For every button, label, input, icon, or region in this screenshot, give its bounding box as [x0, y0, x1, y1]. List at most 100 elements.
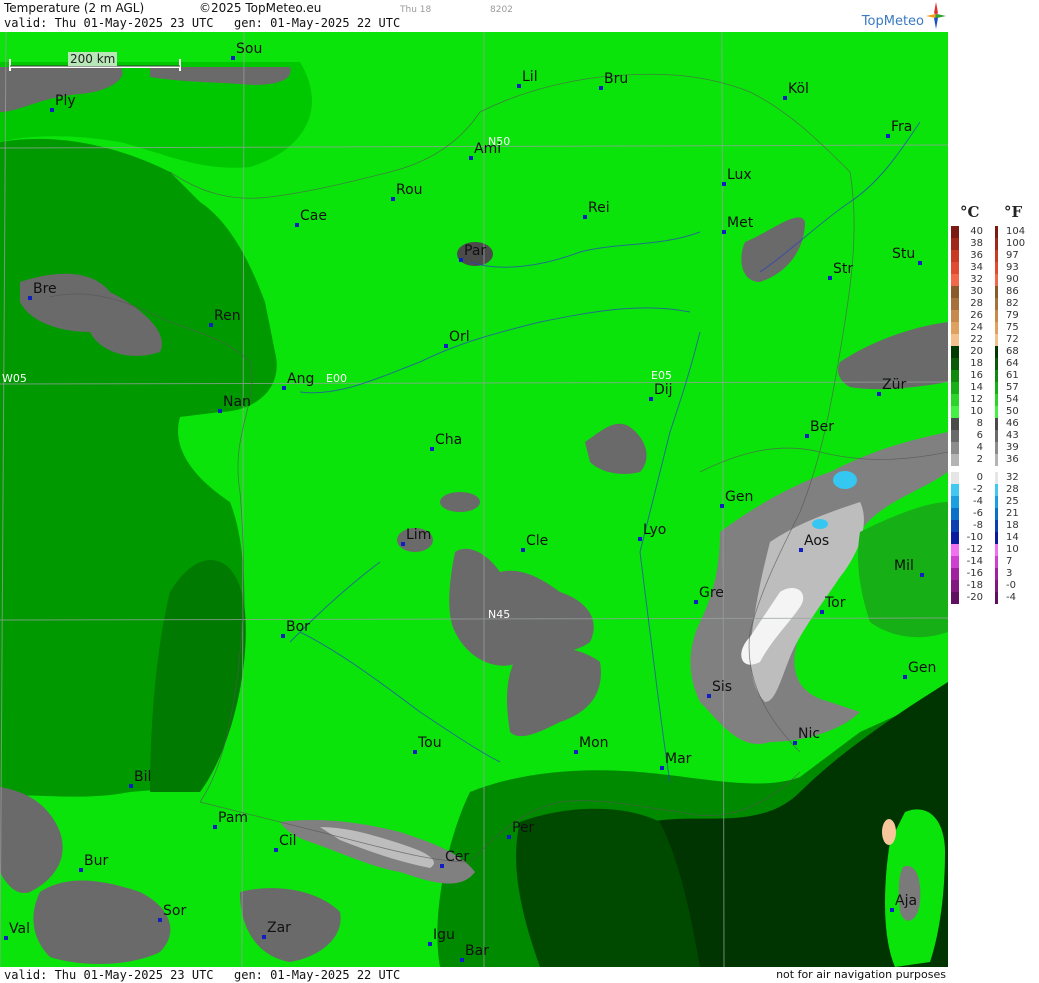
city-label: Par	[464, 243, 486, 259]
legend-fahrenheit-value: 25	[1006, 496, 1019, 507]
legend-row: -6 21	[948, 508, 1039, 520]
legend-celsius-value: 14	[970, 382, 983, 393]
legend-row: 26 79	[948, 310, 1039, 322]
city-label: Cil	[279, 833, 297, 849]
day-code: Thu 18	[400, 5, 432, 15]
legend-swatch-f	[995, 556, 998, 568]
legend-swatch-f	[995, 334, 998, 346]
city-marker	[413, 750, 417, 754]
city-marker	[903, 675, 907, 679]
legend-swatch-c	[951, 454, 959, 466]
legend-row: -8 18	[948, 520, 1039, 532]
city-marker	[158, 918, 162, 922]
city-label: Bre	[33, 281, 57, 297]
city-marker	[886, 134, 890, 138]
legend-row: 34 93	[948, 262, 1039, 274]
legend-row: 10 50	[948, 406, 1039, 418]
legend-fahrenheit-value: -4	[1006, 592, 1016, 603]
legend-celsius-value: 24	[970, 322, 983, 333]
grid-label-n50: N50	[488, 135, 510, 148]
city-label: Cle	[526, 533, 548, 549]
legend-row: 16 61	[948, 370, 1039, 382]
legend-swatch-c	[951, 520, 959, 532]
legend-swatch-f	[995, 298, 998, 310]
legend-fahrenheit-value: 79	[1006, 310, 1019, 321]
legend-swatch-c	[951, 346, 959, 358]
legend-row: 18 64	[948, 358, 1039, 370]
footer-generated-time: gen: 01-May-2025 22 UTC	[234, 968, 401, 982]
legend-swatch-f	[995, 238, 998, 250]
legend-swatch-f	[995, 382, 998, 394]
city-marker	[50, 108, 54, 112]
legend-fahrenheit-value: -0	[1006, 580, 1016, 591]
city-marker	[649, 397, 653, 401]
legend-celsius-value: -16	[966, 568, 983, 579]
legend-swatch-f	[995, 322, 998, 334]
ice-area-aosta	[812, 519, 828, 529]
legend-row: -2 28	[948, 484, 1039, 496]
legend-celsius-value: 16	[970, 370, 983, 381]
city-marker	[890, 908, 894, 912]
city-marker	[638, 537, 642, 541]
legend-swatch-c	[951, 418, 959, 430]
city-marker	[459, 258, 463, 262]
city-marker	[793, 741, 797, 745]
city-marker	[4, 936, 8, 940]
legend-row: 12 54	[948, 394, 1039, 406]
city-label: Fra	[891, 119, 912, 135]
city-label: Per	[512, 820, 535, 836]
legend-row: 40 104	[948, 226, 1039, 238]
legend-celsius-value: -12	[966, 544, 983, 555]
city-marker	[209, 323, 213, 327]
city-label: Rei	[588, 200, 610, 216]
city-marker	[877, 392, 881, 396]
legend-fahrenheit-value: 90	[1006, 274, 1019, 285]
city-label: Ply	[55, 93, 76, 109]
legend-swatch-c	[951, 334, 959, 346]
city-marker	[574, 750, 578, 754]
brand-name: TopMeteo	[861, 14, 924, 29]
legend-swatch-f	[995, 442, 998, 454]
temperature-map[interactable]: Sou Ply Lil Bru Köl Ami Fra Lux Rou Cae Rei Met Par S…	[0, 32, 948, 967]
legend-celsius-value: 36	[970, 250, 983, 261]
legend-celsius-value: 40	[970, 226, 983, 237]
city-label: Tou	[417, 735, 442, 751]
legend-celsius-value: 0	[976, 472, 983, 483]
legend-row: 20 68	[948, 346, 1039, 358]
city-label: Zar	[267, 920, 291, 936]
city-marker	[722, 230, 726, 234]
city-marker	[281, 634, 285, 638]
legend-fahrenheit-value: 86	[1006, 286, 1019, 297]
legend-fahrenheit-value: 104	[1006, 226, 1026, 237]
city-label: Orl	[449, 329, 470, 345]
legend-celsius-value: 28	[970, 298, 983, 309]
city-marker	[507, 835, 511, 839]
city-marker	[444, 344, 448, 348]
legend-fahrenheit-value: 50	[1006, 406, 1019, 417]
legend-celsius-value: -14	[966, 556, 983, 567]
footer-disclaimer: not for air navigation purposes	[776, 968, 946, 981]
legend-swatch-f	[995, 472, 998, 484]
legend-swatch-c	[951, 496, 959, 508]
legend-swatch-c	[951, 442, 959, 454]
city-label: Cae	[300, 208, 327, 224]
legend-swatch-f	[995, 250, 998, 262]
legend-row: 22 72	[948, 334, 1039, 346]
legend-row: -16 3	[948, 568, 1039, 580]
legend-celsius-value: 30	[970, 286, 983, 297]
city-marker	[391, 197, 395, 201]
legend-row: -12 10	[948, 544, 1039, 556]
legend-swatch-f	[995, 310, 998, 322]
city-label: Str	[833, 261, 853, 277]
legend-fahrenheit-value: 68	[1006, 346, 1019, 357]
legend-swatch-f	[995, 496, 998, 508]
city-label: Pam	[218, 810, 248, 826]
city-label: Mar	[665, 751, 692, 767]
city-label: Ang	[287, 371, 314, 387]
legend-celsius-value: 22	[970, 334, 983, 345]
grey-area-center	[440, 492, 480, 512]
legend-row: 0 32	[948, 472, 1039, 484]
legend-swatch-c	[951, 592, 959, 604]
legend-swatch-c	[951, 430, 959, 442]
legend-swatch-f	[995, 226, 998, 238]
